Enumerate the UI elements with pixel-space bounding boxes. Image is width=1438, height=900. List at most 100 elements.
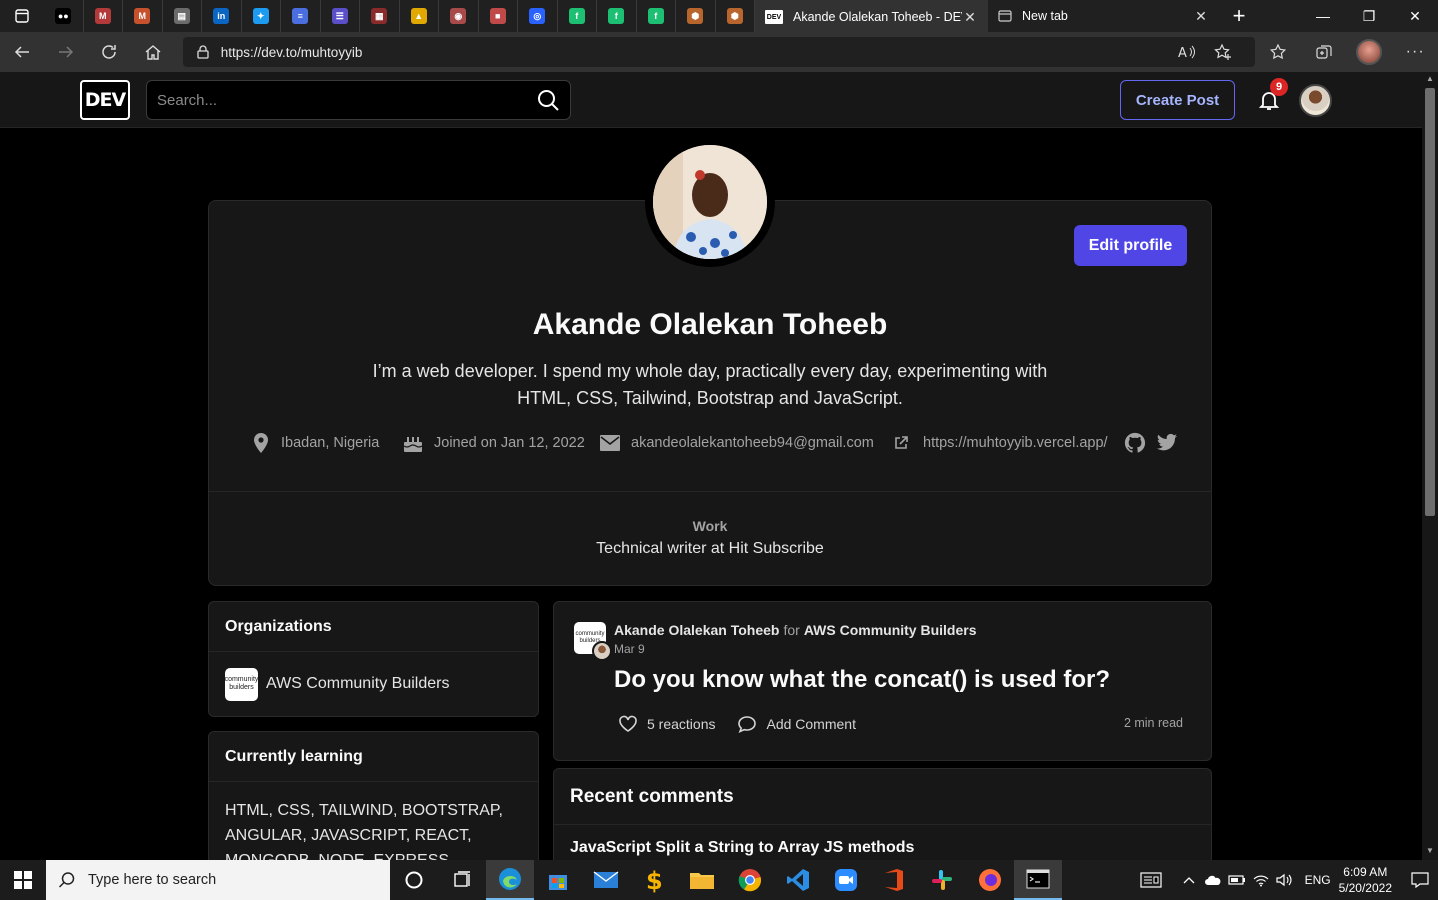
drive-icon: ▲: [410, 8, 427, 24]
github-link[interactable]: [1124, 430, 1146, 456]
minimize-button[interactable]: —: [1300, 0, 1346, 32]
reactions-button[interactable]: 5 reactions: [618, 715, 715, 733]
pinned-tab[interactable]: ▦: [360, 0, 400, 32]
pinned-tab[interactable]: ▤: [163, 0, 202, 32]
pinned-tab[interactable]: ☰: [321, 0, 360, 32]
tab-close-icon[interactable]: ✕: [962, 9, 978, 26]
edit-profile-button[interactable]: Edit profile: [1074, 225, 1187, 266]
article-card[interactable]: community builders Akande Olalekan Tohee…: [553, 601, 1212, 761]
pinned-tab[interactable]: ◎: [518, 0, 558, 32]
news-widget-button[interactable]: [1139, 872, 1163, 888]
pinned-tab[interactable]: M: [123, 0, 163, 32]
tab-new-tab[interactable]: New tab ✕: [988, 0, 1219, 32]
article-org-name[interactable]: AWS Community Builders: [804, 622, 977, 638]
task-view-button[interactable]: [438, 860, 486, 900]
read-aloud-button[interactable]: A: [1169, 44, 1205, 60]
folder-icon: [690, 873, 714, 889]
favorites-button[interactable]: [1255, 43, 1301, 61]
task-view-icon: [454, 871, 470, 887]
svg-text:A: A: [1178, 46, 1187, 60]
restore-button[interactable]: ❐: [1346, 0, 1392, 32]
home-button[interactable]: [131, 32, 175, 72]
profile-button[interactable]: [1347, 39, 1393, 65]
scroll-up-icon[interactable]: ▲: [1422, 74, 1438, 88]
search-input[interactable]: [157, 91, 536, 109]
input-language[interactable]: ENG: [1305, 873, 1331, 887]
pinned-tab[interactable]: f: [637, 0, 676, 32]
pinned-tab[interactable]: M: [84, 0, 123, 32]
clock-button[interactable]: 6:09 AM 5/20/2022: [1339, 864, 1392, 896]
pinned-tab[interactable]: ●●: [44, 0, 84, 32]
article-date[interactable]: Mar 9: [614, 642, 645, 656]
article-author-avatars[interactable]: community builders: [574, 622, 612, 661]
dev-logo[interactable]: DEV: [80, 80, 130, 120]
pinned-tab[interactable]: ◉: [439, 0, 479, 32]
organization-name[interactable]: AWS Community Builders: [266, 675, 449, 693]
pinned-tab[interactable]: in: [202, 0, 242, 32]
scroll-down-icon[interactable]: ▼: [1422, 846, 1438, 860]
pinned-tab[interactable]: ▲: [400, 0, 439, 32]
back-button[interactable]: [0, 32, 44, 72]
search-icon[interactable]: [536, 88, 560, 112]
pinned-tab[interactable]: ✦: [242, 0, 281, 32]
taskbar-chrome[interactable]: [726, 860, 774, 900]
pinned-tab[interactable]: ⬢: [716, 0, 755, 32]
lock-icon[interactable]: [197, 45, 209, 59]
organization-item[interactable]: community builders AWS Community Builder…: [209, 652, 538, 716]
taskbar-slack[interactable]: [918, 860, 966, 900]
taskbar-zoom[interactable]: [822, 860, 870, 900]
box-icon: ⬢: [687, 8, 704, 24]
taskbar-dollar-app[interactable]: $: [630, 860, 678, 900]
show-hidden-icons-button[interactable]: [1177, 876, 1201, 884]
article-title[interactable]: Do you know what the concat() is used fo…: [614, 666, 1110, 694]
pinned-tab[interactable]: ■: [479, 0, 518, 32]
onedrive-button[interactable]: [1201, 874, 1225, 886]
taskbar-office[interactable]: [870, 860, 918, 900]
taskbar-terminal[interactable]: [1014, 860, 1062, 900]
email-link[interactable]: akandeolalekantoheeb94@gmail.com: [631, 435, 874, 451]
address-bar[interactable]: https://dev.to/muhtoyyib A: [182, 37, 1256, 67]
work-label: Work: [692, 518, 728, 534]
twitter-link[interactable]: [1156, 430, 1178, 456]
add-favorite-button[interactable]: [1205, 43, 1241, 61]
recent-comment-article-link[interactable]: JavaScript Split a String to Array JS me…: [570, 839, 914, 857]
settings-menu-button[interactable]: ···: [1392, 43, 1438, 61]
taskbar-vscode[interactable]: [774, 860, 822, 900]
tab-close-icon[interactable]: ✕: [1193, 8, 1209, 25]
taskbar-firefox[interactable]: [966, 860, 1014, 900]
article-author-name[interactable]: Akande Olalekan Toheeb: [614, 622, 779, 638]
add-comment-button[interactable]: Add Comment: [737, 715, 856, 733]
volume-button[interactable]: [1273, 873, 1297, 887]
location-text: Ibadan, Nigeria: [281, 435, 380, 451]
new-tab-button[interactable]: +: [1219, 0, 1259, 32]
collections-button[interactable]: [1301, 43, 1347, 61]
pinned-tab[interactable]: ≡: [281, 0, 321, 32]
profile-email[interactable]: akandeolalekantoheeb94@gmail.com: [599, 430, 874, 456]
pinned-tab[interactable]: ⬢: [676, 0, 716, 32]
page-scrollbar[interactable]: ▲ ▼: [1422, 72, 1438, 860]
refresh-button[interactable]: [87, 32, 131, 72]
taskbar-store[interactable]: [534, 860, 582, 900]
cortana-button[interactable]: [390, 860, 438, 900]
scrollbar-thumb[interactable]: [1425, 88, 1435, 516]
website-link[interactable]: https://muhtoyyib.vercel.app/: [923, 435, 1108, 451]
tab-actions-button[interactable]: [0, 0, 44, 32]
forward-button[interactable]: [44, 32, 88, 72]
pinned-tab[interactable]: f: [597, 0, 637, 32]
taskbar-mail[interactable]: [582, 860, 630, 900]
battery-button[interactable]: [1225, 874, 1249, 886]
taskbar-file-explorer[interactable]: [678, 860, 726, 900]
profile-website[interactable]: https://muhtoyyib.vercel.app/: [893, 430, 1108, 456]
pinned-tab[interactable]: f: [558, 0, 597, 32]
circle-app-icon: ◉: [450, 8, 467, 24]
user-menu-avatar[interactable]: [1299, 84, 1332, 117]
wifi-button[interactable]: [1249, 873, 1273, 887]
create-post-button[interactable]: Create Post: [1120, 80, 1235, 120]
start-button[interactable]: [0, 860, 46, 900]
taskbar-edge[interactable]: [486, 860, 534, 900]
tab-dev-profile[interactable]: DEV Akande Olalekan Toheeb - DEV ✕: [755, 0, 988, 32]
action-center-button[interactable]: [1402, 872, 1438, 888]
close-window-button[interactable]: ✕: [1392, 0, 1438, 32]
chevron-up-icon: [1183, 877, 1195, 884]
taskbar-search-box[interactable]: Type here to search: [46, 860, 390, 900]
